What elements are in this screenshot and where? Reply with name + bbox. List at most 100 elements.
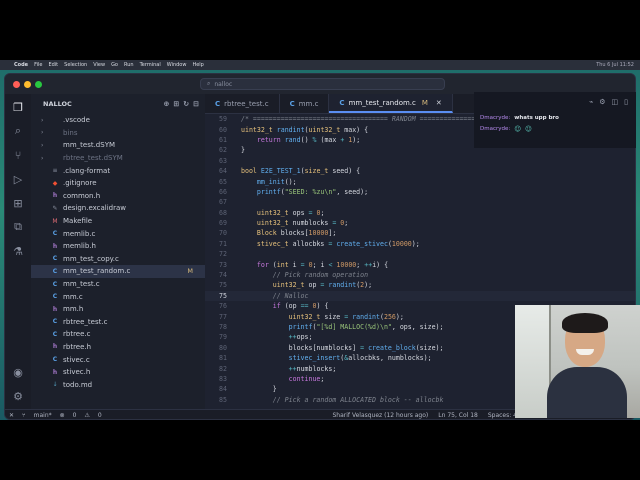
testing-icon[interactable]: ⚗ bbox=[11, 244, 25, 258]
header-file-icon: h bbox=[52, 242, 58, 250]
new-file-icon[interactable]: ⊕ bbox=[164, 100, 170, 108]
errors-count[interactable]: 0 bbox=[73, 412, 77, 419]
markdown-icon: ↓ bbox=[52, 381, 58, 389]
explorer-title: NALLOC bbox=[43, 100, 72, 108]
menubar-app-name[interactable]: Code bbox=[14, 62, 28, 68]
code-text: printf("[%d] MALLOC(%d)\n", ops, size); bbox=[288, 323, 444, 331]
file-item[interactable]: Crbtree.c bbox=[31, 328, 205, 341]
file-item[interactable]: ◆ .gitignore bbox=[31, 177, 205, 190]
line-number: 79 bbox=[219, 333, 227, 342]
broadcast-icon[interactable]: ⌁ bbox=[589, 98, 593, 112]
layout-icon[interactable]: ▯ bbox=[624, 98, 628, 112]
file-item[interactable]: ≡ .clang-format bbox=[31, 164, 205, 177]
indentation[interactable]: Spaces: 4 bbox=[488, 412, 517, 419]
chat-message: Dmacryde: ☺ ☺ bbox=[474, 123, 636, 134]
remote-icon[interactable]: ✕ bbox=[9, 412, 14, 419]
run-debug-icon[interactable]: ▷ bbox=[11, 172, 25, 186]
code-text: bool E2E_TEST_1(size_t seed) { bbox=[241, 167, 361, 176]
menu-terminal[interactable]: Terminal bbox=[140, 62, 161, 68]
folder-item[interactable]: › bins bbox=[31, 127, 205, 140]
warnings-count[interactable]: 0 bbox=[98, 412, 102, 419]
editor-tab[interactable]: Crbtree_test.c bbox=[205, 94, 280, 113]
code-text: uint32_t size = randint(256); bbox=[288, 312, 404, 321]
c-file-icon: C bbox=[52, 356, 58, 364]
file-item[interactable]: Cmm_test_random.c M bbox=[31, 265, 205, 278]
menu-view[interactable]: View bbox=[93, 62, 105, 68]
cursor-position[interactable]: Ln 75, Col 18 bbox=[438, 412, 478, 419]
menu-window[interactable]: Window bbox=[167, 62, 187, 68]
code-text: uint32_t op = randint(2); bbox=[272, 281, 373, 290]
file-item[interactable]: Cmm.c bbox=[31, 290, 205, 303]
folder-icon bbox=[51, 129, 59, 137]
menu-help[interactable]: Help bbox=[192, 62, 203, 68]
menu-file[interactable]: File bbox=[34, 62, 42, 68]
gear-icon[interactable]: ⚙ bbox=[11, 389, 25, 403]
file-label: mm.c bbox=[63, 292, 83, 301]
chat-text: whats upp bro bbox=[514, 114, 559, 121]
file-item[interactable]: h common.h bbox=[31, 190, 205, 203]
file-label: rbtree_test.c bbox=[63, 317, 108, 326]
remote-explorer-icon[interactable]: ⧉ bbox=[11, 220, 25, 234]
account-icon[interactable]: ◉ bbox=[11, 365, 25, 379]
new-folder-icon[interactable]: ⊞ bbox=[173, 100, 179, 108]
git-blame[interactable]: Sharif Velasquez (12 hours ago) bbox=[333, 412, 429, 419]
collapse-all-icon[interactable]: ⊟ bbox=[193, 100, 199, 108]
git-branch[interactable]: main* bbox=[34, 412, 52, 419]
file-item[interactable]: h memlib.h bbox=[31, 240, 205, 253]
c-file-icon: C bbox=[52, 267, 58, 275]
folder-item[interactable]: › mm_test.dSYM bbox=[31, 139, 205, 152]
folder-item[interactable]: › rbtree_test.dSYM bbox=[31, 152, 205, 165]
file-item[interactable]: M Makefile bbox=[31, 215, 205, 228]
line-number: 59 bbox=[219, 115, 227, 124]
line-number: 75 bbox=[219, 281, 227, 290]
line-number: 85 bbox=[219, 395, 227, 404]
menu-go[interactable]: Go bbox=[111, 62, 118, 68]
extensions-icon[interactable]: ⊞ bbox=[11, 196, 25, 210]
folder-item[interactable]: › .vscode bbox=[31, 114, 205, 127]
file-item[interactable]: ↓ todo.md bbox=[31, 378, 205, 391]
refresh-icon[interactable]: ↻ bbox=[183, 100, 189, 108]
file-item[interactable]: h mm.h bbox=[31, 303, 205, 316]
menu-selection[interactable]: Selection bbox=[64, 62, 87, 68]
line-number: 61 bbox=[219, 135, 227, 144]
menu-edit[interactable]: Edit bbox=[48, 62, 58, 68]
menu-run[interactable]: Run bbox=[124, 62, 134, 68]
file-item[interactable]: Crbtree_test.c bbox=[31, 316, 205, 329]
code-text: // Pick random operation bbox=[272, 271, 369, 280]
file-item[interactable]: Cmm_test.c bbox=[31, 278, 205, 291]
file-item[interactable]: Cstivec.c bbox=[31, 353, 205, 366]
close-window-button[interactable] bbox=[13, 80, 20, 88]
code-line: 63 bbox=[205, 156, 635, 166]
settings-icon[interactable]: ⚙ bbox=[599, 98, 605, 112]
errors-icon: ⊗ bbox=[59, 412, 65, 419]
activity-bar: ❐ ⌕ ⑂ ▷ ⊞ ⧉ ⚗ ◉ ⚙ bbox=[5, 94, 31, 409]
command-center-search[interactable]: ⌕ nalloc bbox=[200, 78, 445, 90]
file-item[interactable]: Cmm_test_copy.c bbox=[31, 253, 205, 266]
file-item[interactable]: ✎ design.excalidraw bbox=[31, 202, 205, 215]
header-file-icon: h bbox=[52, 305, 58, 313]
source-control-icon[interactable]: ⑂ bbox=[11, 148, 25, 162]
minimize-window-button[interactable] bbox=[24, 80, 31, 88]
split-icon[interactable]: ◫ bbox=[612, 98, 619, 112]
code-text: mm_init(); bbox=[256, 177, 297, 186]
git-branch-icon: ⑂ bbox=[22, 412, 26, 419]
editor-tab[interactable]: Cmm.c bbox=[280, 94, 330, 113]
code-text: stivec_t allocbks = create_stivec(10000)… bbox=[256, 239, 420, 248]
code-text: return rand() % (max + 1); bbox=[256, 135, 361, 144]
file-item[interactable]: h rbtree.h bbox=[31, 341, 205, 354]
search-icon[interactable]: ⌕ bbox=[11, 124, 25, 138]
file-label: common.h bbox=[63, 191, 101, 200]
folder-icon bbox=[51, 154, 59, 162]
editor-tab[interactable]: Cmm_test_random.c M ✕ bbox=[329, 94, 453, 113]
file-label: design.excalidraw bbox=[63, 204, 127, 213]
gitignore-icon: ◆ bbox=[52, 179, 58, 187]
file-item[interactable]: h stivec.h bbox=[31, 366, 205, 379]
close-icon[interactable]: ✕ bbox=[436, 99, 442, 107]
zoom-window-button[interactable] bbox=[35, 80, 42, 88]
c-file-icon: C bbox=[289, 99, 295, 108]
code-line: 75 uint32_t op = randint(2); bbox=[205, 280, 635, 290]
file-item[interactable]: Cmemlib.c bbox=[31, 227, 205, 240]
code-text: } bbox=[241, 385, 277, 394]
chevron-right-icon: › bbox=[41, 129, 44, 137]
explorer-icon[interactable]: ❐ bbox=[11, 100, 25, 114]
